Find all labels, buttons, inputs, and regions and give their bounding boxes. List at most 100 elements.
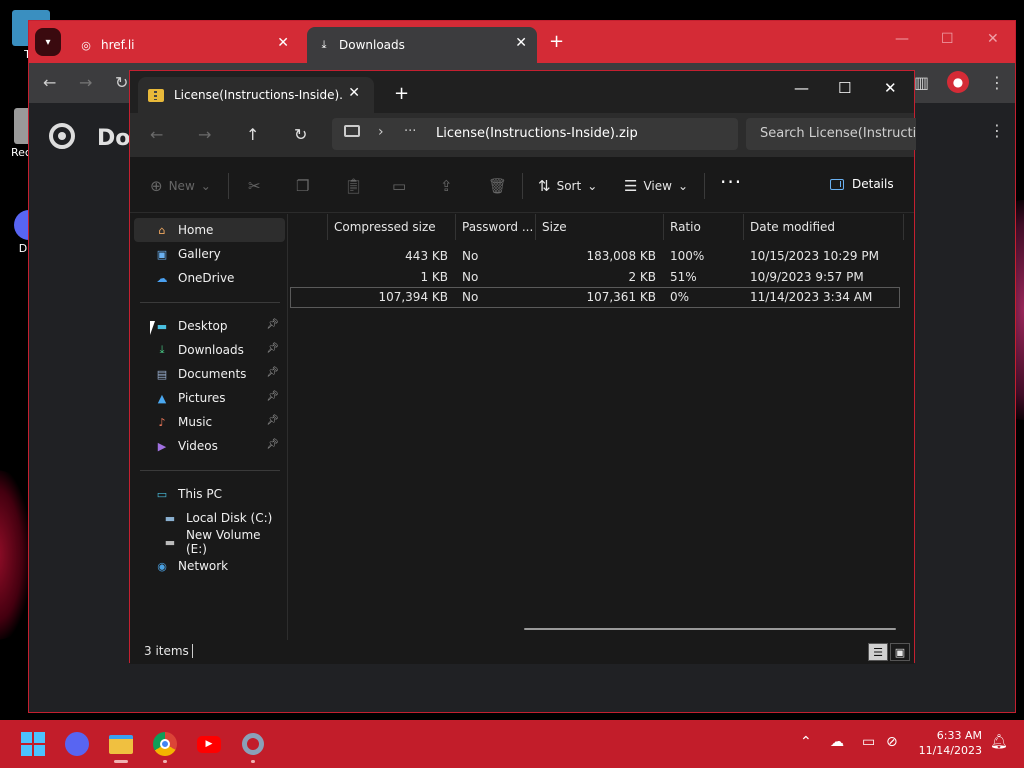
maximize-icon[interactable]: ☐ — [838, 79, 851, 97]
chrome-menu-icon[interactable]: ⋮ — [989, 73, 1005, 92]
explorer-tab[interactable]: License(Instructions-Inside).zip ✕ — [138, 77, 374, 113]
address-input[interactable]: › ··· License(Instructions-Inside).zip — [332, 118, 738, 150]
copy-button[interactable]: ❐ — [296, 177, 309, 195]
cut-button[interactable]: ✂ — [248, 177, 261, 195]
videos-folder-icon: ▶ — [157, 439, 167, 453]
item-count: 3 items — [144, 644, 189, 658]
delete-button[interactable]: 🗑︎ — [488, 177, 507, 195]
nav-item-gallery[interactable]: ▣ Gallery — [134, 242, 285, 266]
pin-icon: 📌︎ — [266, 367, 279, 378]
nav-item-videos[interactable]: ▶ Videos 📌︎ — [134, 434, 285, 458]
chevron-right-icon[interactable]: › — [378, 124, 384, 140]
new-tab-button[interactable]: + — [549, 31, 564, 52]
network-icon[interactable]: ▭ — [862, 734, 875, 750]
new-button[interactable]: ⊕ New ⌄ — [150, 177, 211, 195]
nav-item-pictures[interactable]: ▲ Pictures 📌︎ — [134, 386, 285, 410]
minimize-icon[interactable]: — — [794, 79, 809, 97]
breadcrumb-current[interactable]: License(Instructions-Inside).zip — [436, 126, 638, 141]
profile-avatar-icon[interactable]: ● — [947, 71, 969, 93]
table-row[interactable]: 1 KB No 2 KB 51% 10/9/2023 9:57 PM — [290, 267, 900, 288]
paste-button[interactable]: 📋︎ — [344, 177, 363, 195]
tab-search-button[interactable]: ▾ — [35, 28, 61, 56]
table-row[interactable]: 443 KB No 183,008 KB 100% 10/15/2023 10:… — [290, 246, 900, 267]
new-tab-button[interactable]: + — [394, 83, 409, 104]
nav-item-home[interactable]: ⌂ Home — [134, 218, 285, 242]
column-header-password[interactable]: Password ... — [456, 214, 536, 240]
table-row[interactable]: 107,394 KB No 107,361 KB 0% 11/14/2023 3… — [290, 287, 900, 308]
pin-icon: 📌︎ — [266, 319, 279, 330]
start-button[interactable] — [20, 731, 46, 757]
chrome-logo-icon — [49, 123, 75, 149]
system-clock[interactable]: 6:33 AM 11/14/2023 — [912, 728, 982, 758]
nav-item-this-pc[interactable]: ▭ This PC — [134, 482, 285, 506]
nav-item-network[interactable]: ◉ Network — [134, 554, 285, 578]
close-tab-icon[interactable]: ✕ — [515, 35, 527, 51]
download-icon: ⤓ — [321, 38, 327, 51]
share-button[interactable]: ⇪ — [440, 177, 453, 195]
column-header-compressed-size[interactable]: Compressed size — [328, 214, 456, 240]
zip-folder-icon — [148, 88, 164, 102]
show-hidden-icons-chevron-icon[interactable]: ⌃ — [800, 734, 812, 750]
close-tab-icon[interactable]: ✕ — [277, 35, 289, 51]
tiles-view-icon: ▣ — [894, 645, 906, 659]
back-arrow-icon[interactable]: ← — [43, 73, 56, 92]
file-explorer-icon — [109, 734, 133, 754]
side-panel-icon[interactable]: ▥ — [914, 73, 929, 92]
maximize-icon[interactable]: ☐ — [941, 31, 954, 47]
nav-item-downloads[interactable]: ⤓ Downloads 📌︎ — [134, 338, 285, 362]
nav-item-documents[interactable]: ▤ Documents 📌︎ — [134, 362, 285, 386]
taskbar-settings[interactable] — [240, 731, 266, 763]
horizontal-scrollbar[interactable] — [524, 628, 896, 630]
gallery-icon: ▣ — [156, 247, 168, 261]
taskbar-chrome[interactable] — [152, 731, 178, 763]
downloads-menu-icon[interactable]: ⋮ — [989, 121, 1005, 140]
up-arrow-icon[interactable]: ↑ — [246, 125, 259, 144]
taskbar-file-explorer[interactable] — [108, 731, 134, 763]
forward-arrow-icon[interactable]: → — [198, 125, 211, 144]
back-arrow-icon[interactable]: ← — [150, 125, 163, 144]
chrome-tab-downloads[interactable]: ⤓ Downloads ✕ — [307, 27, 537, 63]
taskbar-youtube[interactable]: ▶ — [196, 731, 222, 757]
rename-button[interactable]: ▭ — [392, 177, 406, 195]
details-view-button[interactable]: ☰ — [868, 643, 888, 661]
more-options-button[interactable]: ··· — [720, 170, 742, 194]
sort-button[interactable]: ⇅ Sort ⌄ — [538, 177, 597, 195]
details-pane-button[interactable]: Details — [830, 177, 894, 191]
column-header-size[interactable]: Size — [536, 214, 664, 240]
minimize-icon[interactable]: — — [895, 31, 909, 47]
windows-logo-icon — [21, 732, 45, 756]
chrome-tab-strip: ▾ ◎ href.li ✕ ⤓ Downloads ✕ + — ☐ ✕ — [29, 21, 1015, 63]
nav-item-onedrive[interactable]: ☁ OneDrive — [134, 266, 285, 290]
refresh-icon[interactable]: ↻ — [294, 125, 307, 144]
close-window-icon[interactable]: ✕ — [884, 79, 897, 97]
taskbar: ▶ ⌃ ☁ ▭ ⊘ 6:33 AM 11/14/2023 🔔︎ — [0, 720, 1024, 768]
view-button[interactable]: ☰ View ⌄ — [624, 177, 688, 195]
file-explorer-window: License(Instructions-Inside).zip ✕ + — ☐… — [129, 70, 916, 664]
toolbar-divider — [704, 173, 705, 199]
onedrive-offline-icon[interactable]: ☁ — [830, 734, 844, 750]
column-header-date-modified[interactable]: Date modified — [744, 214, 904, 240]
volume-muted-icon[interactable]: ⊘ — [886, 734, 898, 750]
tiles-view-button[interactable]: ▣ — [890, 643, 910, 661]
chrome-tab-hrefli[interactable]: ◎ href.li ✕ — [69, 27, 299, 63]
nav-item-music[interactable]: ♪ Music 📌︎ — [134, 410, 285, 434]
pin-icon: 📌︎ — [266, 415, 279, 426]
drive-icon: ▬ — [164, 535, 176, 549]
reload-icon[interactable]: ↻ — [115, 73, 128, 92]
forward-arrow-icon[interactable]: → — [79, 73, 92, 92]
taskbar-discord[interactable] — [64, 731, 90, 757]
local-disk-icon: ▬ — [164, 511, 176, 525]
this-pc-icon — [344, 125, 360, 137]
breadcrumb-overflow[interactable]: ··· — [404, 124, 416, 139]
close-tab-icon[interactable]: ✕ — [348, 85, 360, 101]
sort-icon: ⇅ — [538, 177, 551, 195]
notifications-bell-icon[interactable]: 🔔︎ — [990, 734, 1008, 750]
globe-icon: ◎ — [81, 38, 91, 52]
column-header-name[interactable] — [290, 214, 328, 240]
close-window-icon[interactable]: ✕ — [987, 31, 999, 47]
column-header-ratio[interactable]: Ratio — [664, 214, 744, 240]
nav-item-new-volume[interactable]: ▬ New Volume (E:) — [134, 528, 285, 556]
plus-circle-icon: ⊕ — [150, 177, 163, 195]
search-input[interactable]: Search License(Instructions-Inside).zip — [746, 118, 916, 150]
nav-item-local-disk[interactable]: ▬ Local Disk (C:) — [134, 506, 285, 530]
